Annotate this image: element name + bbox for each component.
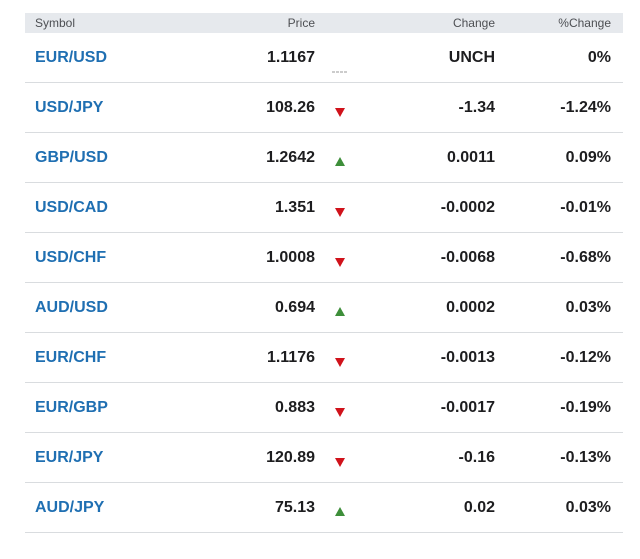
direction-indicator [315,202,365,217]
change-value: -0.0068 [440,248,495,266]
header-change[interactable]: Change [365,16,495,30]
pct-change-value: -0.01% [560,198,611,216]
change-value: -0.0002 [440,198,495,216]
arrow-down-icon [335,357,345,367]
table-header: Symbol Price Change %Change [25,13,623,33]
change-value: 0.0011 [446,148,495,166]
table-row: EUR/USD 1.1167 UNCH 0% [25,33,623,83]
price-value: 1.0008 [266,248,315,266]
pct-change-value: -0.19% [560,398,611,416]
unchanged-dash-icon [332,71,348,72]
symbol-link[interactable]: AUD/USD [25,299,203,317]
symbol-link[interactable]: EUR/JPY [25,449,203,467]
arrow-up-icon [335,306,345,316]
symbol-link[interactable]: EUR/GBP [25,399,203,417]
header-price[interactable]: Price [203,16,315,30]
price-value: 75.13 [274,498,315,516]
direction-indicator [315,102,365,117]
symbol-link[interactable]: EUR/USD [25,49,203,67]
change-value: 0.0002 [446,298,495,316]
pct-change-value: -0.13% [560,448,611,466]
symbol-link[interactable]: EUR/CHF [25,349,203,367]
table-row: EUR/JPY 120.89 -0.16 -0.13% [25,433,623,483]
pct-change-value: -0.12% [560,348,611,366]
table-row: EUR/CHF 1.1176 -0.0013 -0.12% [25,333,623,383]
pct-change-value: 0.03% [565,498,611,516]
direction-indicator [315,352,365,367]
pct-change-value: 0% [587,48,611,66]
arrow-down-icon [335,257,345,267]
symbol-link[interactable]: USD/JPY [25,99,203,117]
table-row: EUR/GBP 0.883 -0.0017 -0.19% [25,383,623,433]
table-row: USD/JPY 108.26 -1.34 -1.24% [25,83,623,133]
arrow-down-icon [335,457,345,467]
direction-indicator [315,56,365,72]
direction-indicator [315,152,365,166]
arrow-up-icon [335,156,345,166]
direction-indicator [315,452,365,467]
price-value: 1.2642 [266,148,315,166]
direction-indicator [315,502,365,516]
currency-quotes-table: Symbol Price Change %Change EUR/USD 1.11… [25,13,623,533]
change-value: -0.0017 [440,398,495,416]
symbol-link[interactable]: USD/CHF [25,249,203,267]
table-row: USD/CHF 1.0008 -0.0068 -0.68% [25,233,623,283]
price-value: 1.351 [274,198,315,216]
arrow-down-icon [335,407,345,417]
change-value: UNCH [448,48,495,66]
price-value: 120.89 [266,448,315,466]
table-row: AUD/USD 0.694 0.0002 0.03% [25,283,623,333]
pct-change-value: 0.03% [565,298,611,316]
direction-indicator [315,302,365,316]
price-value: 1.1176 [266,348,315,366]
header-symbol[interactable]: Symbol [25,16,203,30]
change-value: -1.34 [458,98,495,116]
symbol-link[interactable]: AUD/JPY [25,499,203,517]
direction-indicator [315,252,365,267]
arrow-down-icon [335,207,345,217]
price-value: 1.1167 [266,48,315,66]
symbol-link[interactable]: USD/CAD [25,199,203,217]
table-row: GBP/USD 1.2642 0.0011 0.09% [25,133,623,183]
price-value: 0.883 [274,398,315,416]
header-pct-change[interactable]: %Change [495,16,611,30]
direction-indicator [315,402,365,417]
change-value: -0.16 [458,448,495,466]
arrow-down-icon [335,107,345,117]
change-value: -0.0013 [440,348,495,366]
price-value: 108.26 [266,98,315,116]
pct-change-value: -1.24% [560,98,611,116]
arrow-up-icon [335,506,345,516]
pct-change-value: -0.68% [560,248,611,266]
symbol-link[interactable]: GBP/USD [25,149,203,167]
table-row: USD/CAD 1.351 -0.0002 -0.01% [25,183,623,233]
price-value: 0.694 [274,298,315,316]
change-value: 0.02 [463,498,495,516]
table-row: AUD/JPY 75.13 0.02 0.03% [25,483,623,533]
pct-change-value: 0.09% [565,148,611,166]
